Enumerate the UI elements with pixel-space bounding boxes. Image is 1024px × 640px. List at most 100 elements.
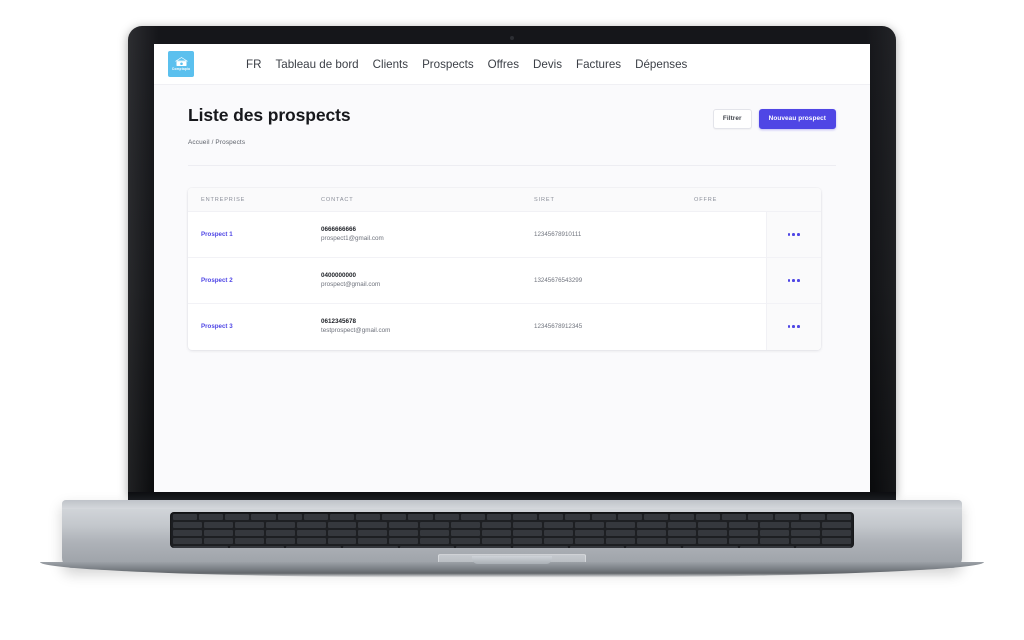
- contact-email: prospect1@gmail.com: [321, 234, 384, 242]
- keyboard-key: [343, 546, 398, 548]
- keyboard-key: [822, 538, 851, 544]
- keyboard-key: [327, 538, 357, 544]
- keyboard-key: [203, 530, 233, 536]
- contact-email: prospect@gmail.com: [321, 280, 381, 288]
- keyboard-key: [512, 538, 542, 544]
- keyboard-key: [173, 538, 202, 544]
- laptop-foot-shadow: [40, 562, 984, 578]
- keyboard-key: [199, 514, 224, 520]
- keyboard-key: [800, 514, 825, 520]
- keyboard-key: [605, 538, 635, 544]
- keyboard-key: [543, 538, 573, 544]
- filter-button[interactable]: Filtrer: [712, 109, 752, 130]
- keyboard-key: [203, 522, 233, 528]
- keyboard-key: [698, 522, 728, 528]
- keyboard-key: [389, 522, 419, 528]
- nav-link-clients[interactable]: Clients: [373, 58, 408, 71]
- keyboard-key: [605, 530, 635, 536]
- column-header-contact[interactable]: CONTACT: [321, 188, 534, 212]
- column-header-actions: [766, 188, 821, 212]
- keyboard-key: [173, 546, 228, 548]
- ellipsis-horizontal-icon[interactable]: [786, 229, 802, 240]
- keyboard-key: [265, 530, 295, 536]
- keyboard-key: [739, 546, 795, 548]
- nav-link-dashboard[interactable]: Tableau de bord: [275, 58, 358, 71]
- keyboard-key: [791, 522, 821, 528]
- column-header-offre[interactable]: OFFRE: [694, 188, 766, 212]
- app-logo[interactable]: Comptapia: [168, 51, 194, 77]
- app-root: Comptapia FR Tableau de bord Clients Pro…: [154, 44, 870, 516]
- keyboard-key: [698, 530, 728, 536]
- keyboard-key: [460, 514, 485, 520]
- keyboard-key: [667, 530, 697, 536]
- nav-link-language[interactable]: FR: [246, 58, 261, 71]
- cell-entreprise[interactable]: Prospect 1: [188, 212, 321, 258]
- keyboard-key: [729, 538, 759, 544]
- keyboard-key: [636, 522, 666, 528]
- table-row[interactable]: Prospect 3 0612345678 testprospect@gmail…: [188, 303, 821, 350]
- keyboard-key: [296, 522, 326, 528]
- cell-entreprise[interactable]: Prospect 2: [188, 258, 321, 304]
- nav-link-prospects[interactable]: Prospects: [422, 58, 474, 71]
- keyboard-key: [791, 538, 821, 544]
- table-row[interactable]: Prospect 1 0666666666 prospect1@gmail.co…: [188, 211, 821, 258]
- keyboard-key: [296, 530, 326, 536]
- top-navbar: Comptapia FR Tableau de bord Clients Pro…: [154, 44, 870, 85]
- keyboard-key: [234, 538, 264, 544]
- laptop-mockup-scene: Comptapia FR Tableau de bord Clients Pro…: [0, 0, 1024, 640]
- new-prospect-button[interactable]: Nouveau prospect: [758, 109, 836, 130]
- keyboard-row: [170, 530, 854, 536]
- keyboard-key: [667, 538, 697, 544]
- keyboard-key: [760, 538, 790, 544]
- keyboard-key: [565, 514, 590, 520]
- nav-link-offres[interactable]: Offres: [488, 58, 519, 71]
- keyboard-key: [389, 530, 419, 536]
- cell-offre: [694, 258, 766, 304]
- nav-link-factures[interactable]: Factures: [576, 58, 621, 71]
- cell-contact: 0666666666 prospect1@gmail.com: [321, 212, 534, 258]
- contact-phone: 0666666666: [321, 226, 357, 233]
- keyboard-key: [225, 514, 250, 520]
- keyboard-key: [251, 514, 276, 520]
- keyboard-key: [591, 514, 616, 520]
- keyboard-key: [760, 522, 790, 528]
- nav-link-depenses[interactable]: Dépenses: [635, 58, 687, 71]
- ellipsis-horizontal-icon[interactable]: [786, 275, 802, 286]
- keyboard-key: [327, 530, 357, 536]
- page-content: Liste des prospects Accueil / Prospects …: [154, 85, 870, 516]
- keyboard-key: [574, 538, 604, 544]
- keyboard-key: [643, 514, 668, 520]
- cell-siret: 12345678912345: [534, 323, 583, 331]
- contact-phone: 0400000000: [321, 272, 357, 279]
- keyboard-key: [482, 530, 511, 536]
- contact-phone: 0612345678: [321, 318, 357, 326]
- column-header-entreprise[interactable]: ENTREPRISE: [188, 188, 321, 212]
- keyboard-row: [170, 514, 854, 520]
- base-top-edge: [62, 500, 962, 509]
- wallet-money-icon: [174, 57, 188, 66]
- table-row[interactable]: Prospect 2 0400000000 prospect@gmail.com…: [188, 257, 821, 304]
- keyboard-key: [513, 514, 538, 520]
- keyboard-key: [229, 546, 285, 548]
- keyboard-key: [539, 514, 564, 520]
- keyboard-key: [296, 538, 326, 544]
- keyboard-key: [513, 546, 568, 548]
- cell-actions: [765, 211, 821, 258]
- ellipsis-horizontal-icon[interactable]: [786, 321, 802, 332]
- keyboard-key: [451, 538, 481, 544]
- keyboard-key: [543, 522, 573, 528]
- keyboard-key: [482, 538, 511, 544]
- keyboard-key: [512, 530, 542, 536]
- keyboard-row: [170, 538, 854, 544]
- page-title: Liste des prospects: [188, 105, 351, 125]
- page-header-actions: Filtrer Nouveau prospect: [712, 109, 836, 130]
- cell-actions: [765, 257, 821, 304]
- keyboard-key: [303, 514, 328, 520]
- keyboard-key: [636, 538, 666, 544]
- keyboard-key: [327, 522, 357, 528]
- column-header-siret[interactable]: SIRET: [534, 188, 694, 212]
- keyboard-key: [277, 514, 302, 520]
- nav-link-devis[interactable]: Devis: [533, 58, 562, 71]
- cell-entreprise[interactable]: Prospect 3: [188, 304, 321, 350]
- prospects-table: ENTREPRISE CONTACT SIRET OFFRE Prospect …: [188, 188, 821, 350]
